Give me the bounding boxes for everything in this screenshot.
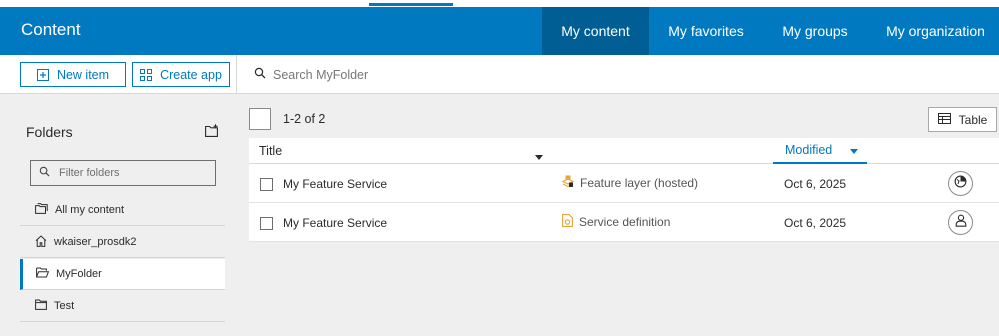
create-app-label: Create app: [160, 67, 222, 82]
item-title-link[interactable]: My Feature Service: [283, 177, 387, 191]
column-modified-header[interactable]: Modified: [773, 138, 867, 164]
item-modified-date: Oct 6, 2025: [784, 177, 847, 191]
folder-item-all-my-content[interactable]: All my content: [20, 195, 225, 226]
folder-label: MyFolder: [56, 268, 102, 280]
item-title-link[interactable]: My Feature Service: [283, 216, 387, 230]
search-icon: [39, 164, 50, 182]
tab-my-groups[interactable]: My groups: [768, 7, 862, 55]
folder-item-myfolder[interactable]: MyFolder: [20, 259, 225, 290]
filter-folders-input[interactable]: [59, 167, 209, 179]
toolbar-divider: [236, 55, 237, 94]
table-header: Title Modified: [249, 138, 999, 164]
apps-grid-icon: [140, 68, 153, 81]
tab-my-content[interactable]: My content: [542, 7, 649, 55]
folders-sidebar: Folders All my content wkaiser_prosdk2 M…: [0, 94, 237, 336]
sharing-status-button[interactable]: [948, 171, 973, 196]
tab-my-favorites[interactable]: My favorites: [655, 7, 757, 55]
folder-label: All my content: [55, 204, 125, 216]
column-title-header[interactable]: Title: [259, 144, 282, 158]
table-row[interactable]: My Feature Service Service definition Oc…: [249, 203, 999, 242]
service-definition-icon: [562, 214, 573, 230]
results-count: 1-2 of 2: [283, 112, 326, 126]
shared-organization-icon: [954, 175, 967, 193]
sharing-status-button[interactable]: [948, 210, 973, 235]
create-app-button[interactable]: Create app: [132, 62, 230, 87]
home-icon: [35, 234, 47, 250]
table-icon: [937, 112, 951, 127]
table-row[interactable]: My Feature Service Feature layer (hosted…: [249, 164, 999, 203]
all-content-icon: [35, 202, 48, 218]
folder-icon: [35, 299, 47, 313]
folder-open-icon: [36, 267, 50, 281]
folder-label: wkaiser_prosdk2: [54, 236, 137, 248]
table-view-label: Table: [958, 112, 988, 127]
results-bar: 1-2 of 2: [249, 108, 325, 130]
select-all-checkbox[interactable]: [249, 108, 271, 130]
row-checkbox[interactable]: [260, 217, 273, 230]
top-strip-active-indicator: [369, 3, 453, 6]
new-item-label: New item: [56, 67, 110, 82]
filter-folders-box: [30, 160, 216, 186]
add-square-icon: [36, 68, 49, 81]
content-table: Title Modified My Feature Service Featur…: [249, 138, 999, 242]
item-modified-date: Oct 6, 2025: [784, 216, 847, 230]
table-view-button[interactable]: Table: [928, 107, 997, 132]
caret-down-icon[interactable]: [535, 147, 543, 165]
tab-my-organization[interactable]: My organization: [878, 7, 993, 55]
search-icon: [254, 66, 266, 84]
sort-descending-icon: [850, 143, 859, 157]
folder-label: Test: [54, 300, 75, 312]
folder-item-wkaiser-prosdk2[interactable]: wkaiser_prosdk2: [20, 227, 225, 258]
new-item-button[interactable]: New item: [20, 62, 126, 87]
page-title: Content: [21, 20, 81, 39]
row-checkbox[interactable]: [260, 178, 273, 191]
content-header: Content My content My favorites My group…: [0, 7, 999, 55]
folder-item-test[interactable]: Test: [20, 291, 225, 322]
content-toolbar: New item Create app: [0, 55, 999, 94]
folders-heading: Folders: [26, 124, 73, 140]
new-folder-icon[interactable]: [205, 124, 219, 142]
item-type-label: Feature layer (hosted): [580, 176, 699, 190]
top-strip: [0, 0, 999, 7]
item-type: Service definition: [562, 214, 670, 230]
search-bar: [254, 65, 654, 85]
item-type-label: Service definition: [579, 215, 671, 229]
column-modified-label: Modified: [785, 143, 833, 157]
search-input[interactable]: [273, 68, 573, 82]
item-type: Feature layer (hosted): [561, 175, 699, 191]
owner-only-icon: [955, 214, 967, 232]
feature-layer-hosted-icon: [561, 175, 575, 191]
